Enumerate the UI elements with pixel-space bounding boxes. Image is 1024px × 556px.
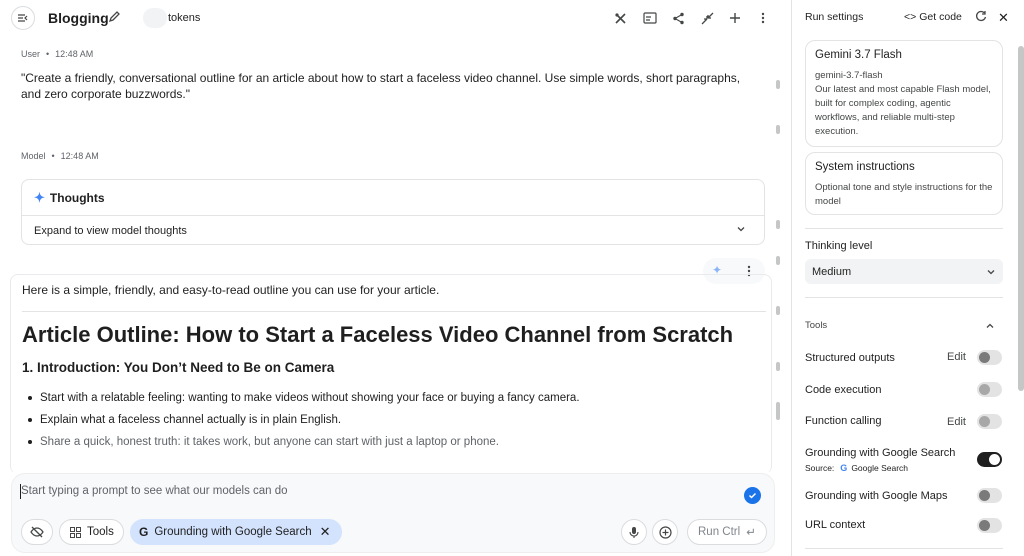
panel-scrollbar[interactable]	[1018, 46, 1024, 391]
chevron-up-icon[interactable]	[985, 321, 995, 331]
model-id: gemini-3.7-flash	[815, 70, 883, 81]
menu-icon	[18, 14, 28, 22]
get-code-button[interactable]: <> Get code	[904, 11, 962, 23]
add-icon[interactable]	[727, 10, 743, 26]
user-time: 12:48 AM	[55, 49, 94, 59]
run-label: Run Ctrl	[698, 526, 741, 538]
run-button[interactable]: Run Ctrl ↵	[687, 519, 767, 545]
thoughts-expand-label: Expand to view model thoughts	[34, 224, 187, 237]
divider	[805, 297, 1003, 298]
tool-function-calling: Function calling	[805, 415, 882, 427]
model-role: Model	[21, 151, 46, 161]
pencil-icon[interactable]	[108, 10, 121, 26]
grounding-chip[interactable]: G Grounding with Google Search ✕	[130, 519, 342, 545]
tool-url-context: URL context	[805, 519, 866, 531]
run-settings-panel: Run settings <> Get code ✕ Gemini 3.7 Fla…	[791, 0, 1024, 556]
edit-structured-outputs[interactable]: Edit	[947, 351, 966, 363]
thinking-level-value: Medium	[812, 265, 852, 278]
toggle-structured-outputs[interactable]	[977, 350, 1002, 365]
user-role: User	[21, 49, 41, 59]
tools-icon[interactable]	[612, 10, 628, 26]
chevron-down-icon	[737, 227, 745, 232]
tool-grounding-search: Grounding with Google Search	[805, 447, 956, 459]
more-vert-icon[interactable]	[755, 10, 771, 26]
grounding-source: Source: G Google Search	[805, 463, 908, 473]
model-name: Gemini 3.7 Flash	[815, 49, 902, 61]
add-media-button[interactable]	[652, 519, 678, 545]
prompt-box[interactable]: Start typing a prompt to see what our mo…	[11, 473, 775, 553]
response-subheading: 1. Introduction: You Don’t Need to Be on…	[22, 360, 335, 375]
mic-icon	[629, 526, 639, 538]
thoughts-expand-row[interactable]: Expand to view model thoughts	[22, 216, 764, 245]
visibility-off-button[interactable]	[21, 519, 53, 545]
eye-off-icon	[30, 526, 44, 538]
list-item: Explain what a faceless channel actually…	[22, 409, 580, 431]
share-icon[interactable]	[670, 10, 686, 26]
check-icon	[744, 487, 761, 504]
system-instructions-card[interactable]: System instructions Optional tone and st…	[805, 152, 1003, 215]
system-instructions-title: System instructions	[815, 161, 915, 173]
enter-icon: ↵	[746, 527, 756, 539]
google-g-icon: G	[840, 463, 848, 473]
tool-structured-outputs: Structured outputs	[805, 352, 895, 364]
thinking-level-select[interactable]: Medium	[805, 259, 1003, 284]
thoughts-header[interactable]: ✦ Thoughts	[22, 180, 764, 216]
response-bullets: Start with a relatable feeling: wanting …	[22, 387, 580, 453]
code-icon: <>	[904, 11, 917, 23]
response-intro: Here is a simple, friendly, and easy-to-…	[22, 283, 440, 297]
model-meta: Model • 12:48 AM	[21, 151, 99, 161]
token-count-pill	[143, 8, 167, 28]
edit-function-calling[interactable]: Edit	[947, 416, 966, 428]
thoughts-title: Thoughts	[49, 190, 105, 205]
source-label: Source:	[805, 463, 835, 473]
close-panel-icon[interactable]: ✕	[998, 10, 1009, 26]
response-heading: Article Outline: How to Start a Faceless…	[22, 322, 734, 347]
response-divider	[22, 311, 766, 312]
model-time: 12:48 AM	[60, 151, 99, 161]
model-description: Our latest and most capable Flash model,…	[815, 84, 991, 137]
user-message[interactable]: "Create a friendly, conversational outli…	[21, 70, 761, 102]
toggle-sidebar-button[interactable]	[11, 6, 35, 30]
google-g-icon: G	[139, 525, 149, 539]
chat-scroll-markers[interactable]	[776, 36, 780, 466]
list-item: Share a quick, honest truth: it takes wo…	[22, 431, 580, 453]
microphone-button[interactable]	[621, 519, 647, 545]
sparkle-icon: ✦	[34, 189, 45, 205]
tokens-label: tokens	[168, 12, 201, 24]
tools-section-label: Tools	[805, 320, 828, 331]
toggle-grounding-maps[interactable]	[977, 488, 1002, 503]
system-instructions-description: Optional tone and style instructions for…	[815, 182, 993, 207]
tool-grounding-maps: Grounding with Google Maps	[805, 490, 948, 502]
panel-title: Run settings	[805, 11, 864, 23]
thoughts-card[interactable]: ✦ Thoughts Expand to view model thoughts	[21, 179, 765, 245]
divider	[805, 228, 1003, 229]
compare-icon[interactable]	[643, 10, 659, 26]
reset-icon[interactable]	[975, 10, 987, 25]
grounding-chip-label: Grounding with Google Search	[154, 526, 312, 538]
prompt-input[interactable]: Start typing a prompt to see what our mo…	[21, 485, 288, 497]
top-bar: Blogging tokens	[0, 0, 780, 36]
toggle-url-context[interactable]	[977, 518, 1002, 533]
page-title[interactable]: Blogging	[48, 10, 109, 26]
thinking-level-label: Thinking level	[805, 240, 873, 252]
chevron-down-icon	[987, 270, 995, 275]
toggle-grounding-search[interactable]	[977, 452, 1002, 467]
tool-code-execution: Code execution	[805, 384, 882, 396]
model-response[interactable]: Here is a simple, friendly, and easy-to-…	[10, 274, 772, 472]
grid-icon	[70, 526, 81, 538]
add-circle-icon	[658, 525, 672, 539]
chat-area[interactable]: User • 12:48 AM "Create a friendly, conver…	[0, 36, 780, 472]
tools-button[interactable]: Tools	[59, 519, 124, 545]
list-item: Start with a relatable feeling: wanting …	[22, 387, 580, 409]
model-card[interactable]: Gemini 3.7 Flash gemini-3.7-flash Our la…	[805, 40, 1003, 147]
divider	[805, 548, 1003, 549]
tools-label: Tools	[87, 526, 114, 538]
toggle-code-execution[interactable]	[977, 382, 1002, 397]
get-code-label: Get code	[919, 11, 962, 23]
collapse-icon[interactable]	[699, 10, 715, 26]
toggle-function-calling[interactable]	[977, 414, 1002, 429]
close-icon[interactable]: ✕	[320, 524, 331, 540]
source-value: Google Search	[851, 463, 909, 473]
user-meta: User • 12:48 AM	[21, 49, 94, 59]
